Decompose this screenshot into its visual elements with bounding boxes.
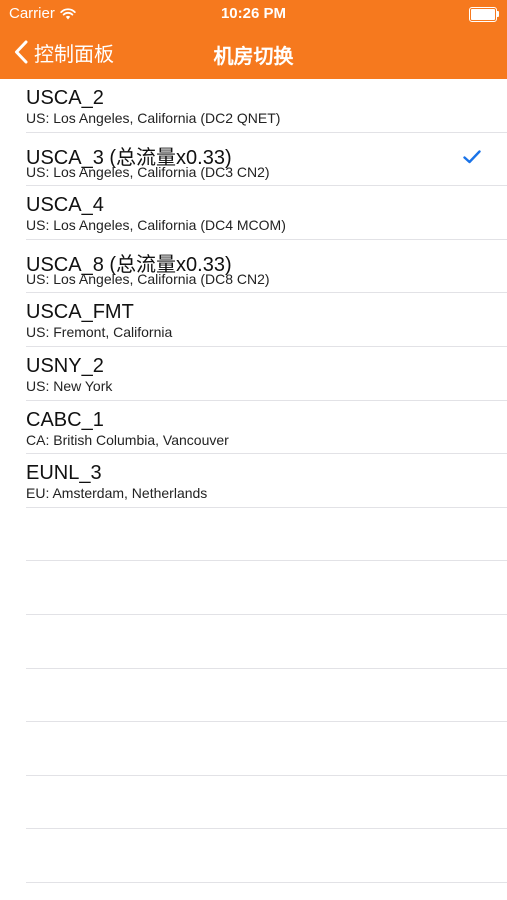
status-time: 10:26 PM: [220, 5, 287, 22]
empty-row: [0, 883, 507, 900]
status-bar: Carrier 10:26 PM: [0, 0, 507, 28]
server-name: USCA_2: [26, 87, 104, 109]
server-row[interactable]: USCA_4 US: Los Angeles, California (DC4 …: [0, 186, 507, 240]
navigation-bar: Carrier 10:26 PM 控制面板 机房切换: [0, 0, 507, 79]
server-row[interactable]: CABC_1 CA: British Columbia, Vancouver: [0, 401, 507, 455]
empty-row: [0, 615, 507, 669]
server-row[interactable]: EUNL_3 EU: Amsterdam, Netherlands: [0, 454, 507, 508]
checkmark-icon: [463, 149, 481, 164]
empty-row: [0, 561, 507, 615]
server-location: US: Los Angeles, California (DC3 CN2): [26, 163, 270, 180]
server-name: EUNL_3: [26, 462, 102, 485]
server-location: US: Los Angeles, California (DC2 QNET): [26, 110, 281, 126]
server-location: US: New York: [26, 377, 113, 394]
server-name: USNY_2: [26, 354, 104, 377]
server-row[interactable]: USCA_2 US: Los Angeles, California (DC2 …: [0, 79, 507, 133]
battery-icon: [469, 7, 499, 22]
empty-row: [0, 669, 507, 723]
server-row-selected[interactable]: USCA_3 (总流量x0.33) US: Los Angeles, Calif…: [0, 133, 507, 187]
page-title: 机房切换: [213, 46, 294, 68]
server-list: USCA_2 US: Los Angeles, California (DC2 …: [0, 79, 507, 900]
server-location: US: Los Angeles, California (DC4 MCOM): [26, 217, 286, 234]
server-row[interactable]: USCA_8 (总流量x0.33) US: Los Angeles, Calif…: [0, 240, 507, 294]
server-name: USCA_FMT: [26, 301, 134, 324]
server-location: EU: Amsterdam, Netherlands: [26, 485, 208, 502]
server-row[interactable]: USCA_FMT US: Fremont, California: [0, 293, 507, 347]
empty-row: [0, 722, 507, 776]
server-name: CABC_1: [26, 408, 104, 431]
empty-row: [0, 508, 507, 562]
server-row[interactable]: USNY_2 US: New York: [0, 347, 507, 401]
server-location: CA: British Columbia, Vancouver: [26, 431, 229, 448]
empty-row: [0, 776, 507, 830]
server-location: US: Los Angeles, California (DC8 CN2): [26, 270, 270, 287]
server-name: USCA_4: [26, 194, 104, 217]
screen: Carrier 10:26 PM 控制面板 机房切换 USCA_2 US: Lo…: [0, 0, 507, 900]
server-location: US: Fremont, California: [26, 324, 173, 341]
empty-row: [0, 829, 507, 883]
